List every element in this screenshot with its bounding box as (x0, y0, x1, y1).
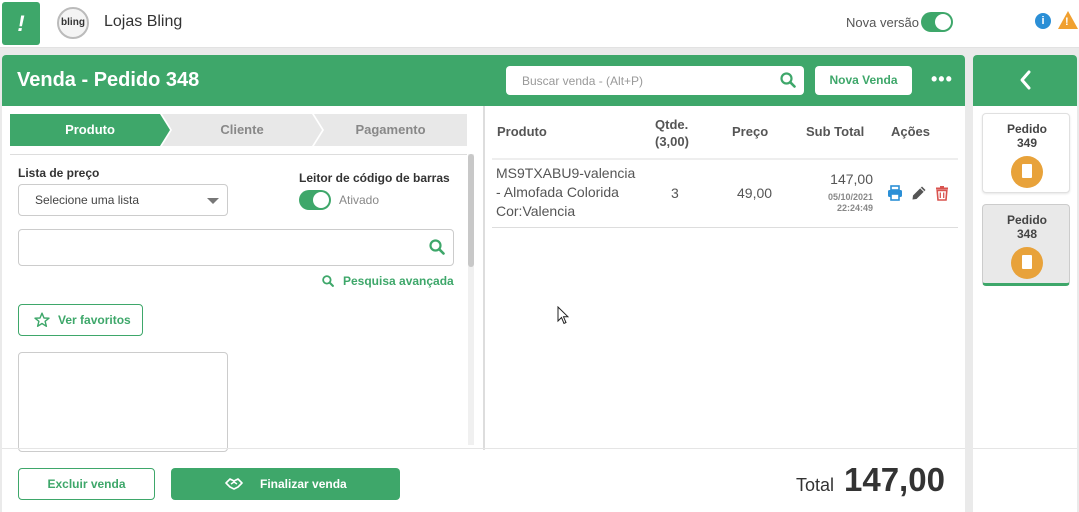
order-card-348[interactable]: Pedido 348 (982, 204, 1070, 286)
warning-icon-mark: ! (1065, 16, 1069, 28)
item-product-line: - Almofada Colorida (496, 184, 619, 200)
total-value: 147,00 (844, 461, 945, 498)
view-favorites-label: Ver favoritos (58, 313, 131, 327)
total-label: Total (796, 475, 835, 495)
edit-icon[interactable] (911, 185, 927, 201)
menu-toggle-button[interactable]: ! (2, 2, 40, 45)
new-version-label: Nova versão (846, 15, 919, 30)
store-logo: bling (57, 7, 89, 39)
finish-sale-button[interactable]: Finalizar venda (171, 468, 400, 500)
store-name: Lojas Bling (104, 13, 183, 30)
sidebar-footer-divider (973, 448, 1077, 449)
footer-divider (2, 448, 965, 449)
sale-header: Venda - Pedido 348 Nova Venda ••• (2, 55, 965, 106)
sale-search-input[interactable] (506, 66, 776, 95)
barcode-reader-label: Leitor de código de barras (299, 171, 450, 185)
col-header-qty: Qtde. (655, 117, 689, 132)
search-icon[interactable] (780, 72, 796, 88)
barcode-reader-status: Ativado (339, 193, 380, 207)
handshake-icon (225, 478, 243, 490)
chevron-left-icon[interactable] (1018, 69, 1032, 91)
mouse-cursor-icon (557, 306, 569, 325)
col-header-subtotal: Sub Total (806, 124, 865, 139)
step-cliente[interactable]: Cliente (162, 114, 322, 146)
sale-search (506, 66, 804, 95)
divider (10, 154, 467, 155)
header-divider (492, 158, 958, 160)
item-qty: 3 (671, 185, 679, 201)
print-icon[interactable] (887, 185, 903, 201)
trash-icon[interactable] (934, 185, 950, 201)
price-list-label: Lista de preço (18, 166, 100, 180)
favorites-list (18, 352, 228, 452)
order-card-349[interactable]: Pedido 349 (982, 113, 1070, 193)
row-divider (492, 227, 958, 228)
col-header-actions: Ações (891, 124, 931, 139)
sale-panel: Venda - Pedido 348 Nova Venda ••• Produt… (2, 55, 965, 512)
product-search-input[interactable] (19, 230, 419, 265)
barcode-reader-toggle[interactable] (299, 190, 331, 210)
item-product-line: Cor:Valencia (496, 203, 576, 219)
search-icon[interactable] (429, 239, 445, 255)
document-icon (1011, 247, 1043, 279)
panel-divider (483, 106, 485, 450)
col-header-price: Preço (732, 124, 769, 139)
order-card-label: Pedido 348 (983, 213, 1071, 241)
item-time: 22:24:49 (836, 203, 873, 213)
star-icon (34, 312, 50, 328)
new-version-toggle[interactable] (921, 12, 953, 32)
new-sale-button[interactable]: Nova Venda (815, 66, 912, 95)
checkout-steps: Produto Cliente Pagamento (10, 114, 467, 146)
search-icon (322, 275, 334, 287)
finish-sale-label: Finalizar venda (260, 477, 347, 491)
more-options-icon[interactable]: ••• (931, 69, 953, 90)
price-list-value: Selecione uma lista (35, 193, 140, 207)
delete-sale-button[interactable]: Excluir venda (18, 468, 155, 500)
col-header-qty-total: (3,00) (655, 134, 689, 149)
chevron-down-icon (207, 198, 219, 204)
order-card-number: 349 (1016, 136, 1038, 150)
order-card-title: Pedido (1006, 122, 1047, 136)
product-search (18, 229, 454, 266)
orders-sidebar: Pedido 349 Pedido 348 (973, 55, 1077, 512)
order-card-title: Pedido (1006, 213, 1047, 227)
advanced-search-link[interactable]: Pesquisa avançada (322, 274, 454, 288)
info-icon[interactable]: i (1035, 13, 1051, 29)
item-product-line: MS9TXABU9-valencia (496, 165, 636, 181)
top-bar: ! bling Lojas Bling Nova versão i ! (0, 0, 1079, 48)
warning-icon[interactable]: ! (1058, 11, 1078, 29)
scrollbar-thumb[interactable] (468, 154, 474, 267)
item-datetime: 05/10/2021 22:24:49 (792, 192, 873, 214)
item-subtotal: 147,00 (830, 171, 873, 187)
advanced-search-label: Pesquisa avançada (343, 274, 454, 288)
item-price: 49,00 (737, 185, 773, 201)
view-favorites-button[interactable]: Ver favoritos (18, 304, 143, 336)
order-card-number: 348 (1016, 227, 1038, 241)
col-header-product: Produto (497, 124, 547, 139)
item-date: 05/10/2021 (827, 192, 873, 202)
step-produto[interactable]: Produto (10, 114, 170, 146)
item-product: MS9TXABU9-valencia - Almofada Colorida C… (496, 164, 656, 221)
page-title: Venda - Pedido 348 (17, 69, 200, 91)
step-pagamento[interactable]: Pagamento (314, 114, 467, 146)
document-icon (1011, 156, 1043, 188)
order-card-label: Pedido 349 (983, 122, 1071, 150)
sidebar-header (973, 55, 1077, 106)
price-list-select[interactable]: Selecione uma lista (18, 184, 228, 216)
